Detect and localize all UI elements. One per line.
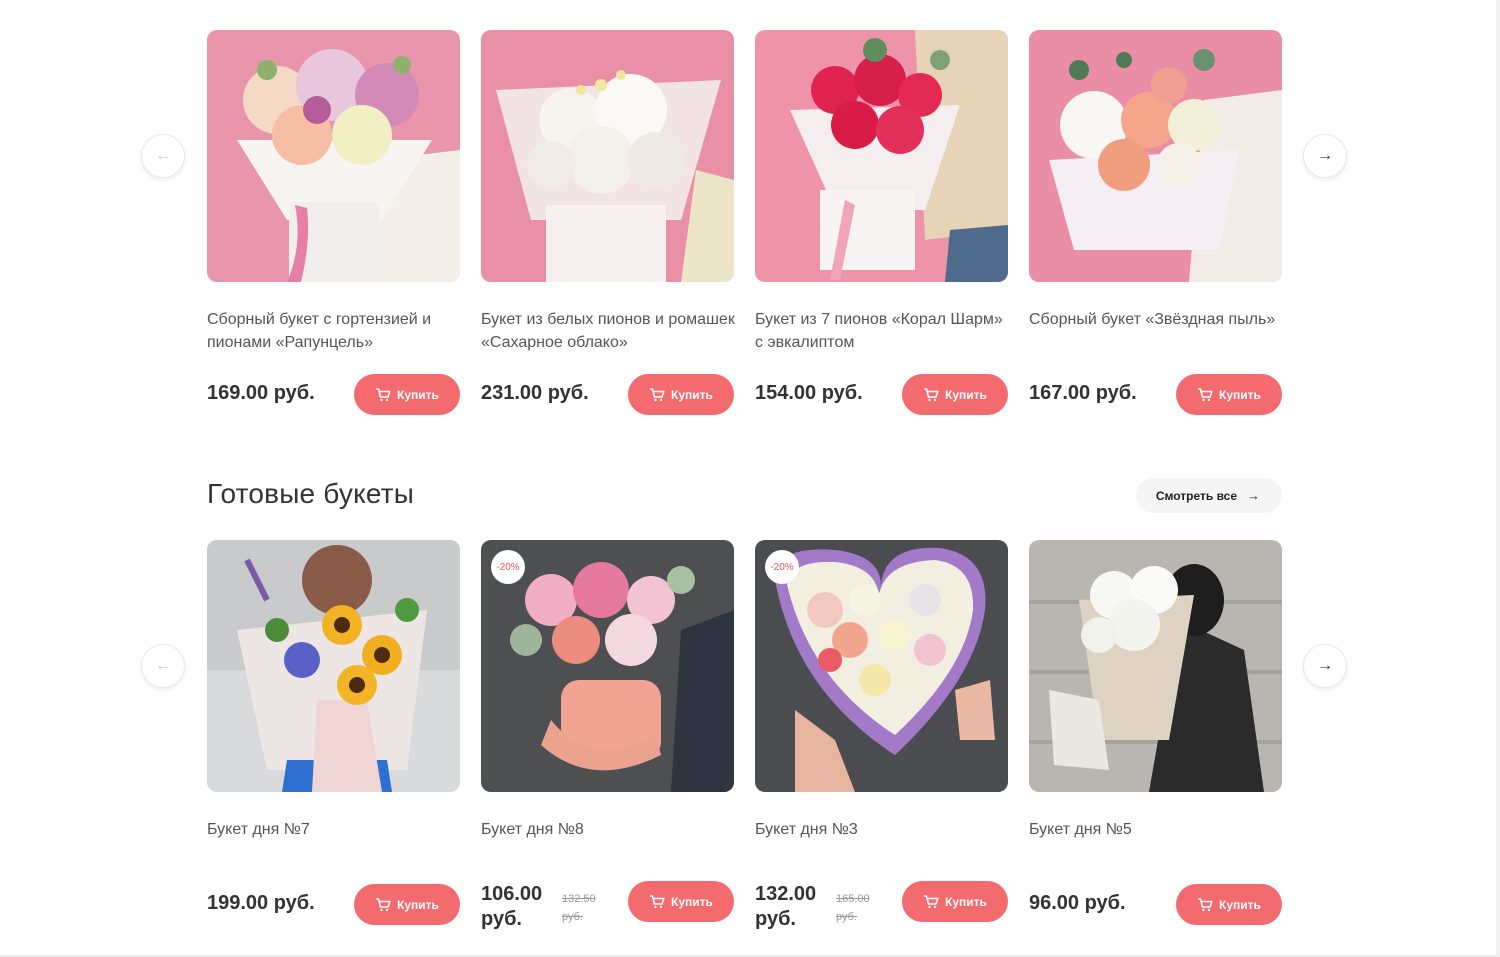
buy-button[interactable]: Купить [628,374,734,415]
product-name[interactable]: Букет дня №7 [207,818,467,841]
buy-button-label: Купить [671,894,713,909]
product-photo[interactable]: -20% [755,540,1008,792]
old-price: 132.50 руб. [562,893,596,923]
product-name[interactable]: Сборный букет «Звёздная пыль» [1029,308,1289,331]
product-photo[interactable] [755,30,1008,282]
top-carousel-track: Сборный букет с гортензией и пионами «Ра… [207,30,1282,430]
ready-bouquets-section: Готовые букеты Смотреть все → ← Букет дн… [0,476,1500,930]
buy-button[interactable]: Купить [1176,374,1282,415]
price-row: 199.00 руб. Купить [207,884,460,926]
arrow-right-icon: → [1247,488,1260,503]
arrow-right-icon: → [1317,147,1333,164]
product-name[interactable]: Букет дня №8 [481,818,741,841]
carousel-next-button[interactable]: → [1303,644,1347,688]
product-card[interactable]: Сборный букет «Звёздная пыль» 167.00 руб… [1029,30,1282,415]
discount-badge: -20% [765,550,799,584]
cart-icon [1198,387,1213,401]
product-card[interactable]: Букет дня №7 199.00 руб. Купить [207,540,460,925]
product-card[interactable]: -20% Букет дня №8 106.00 руб. 132.50 руб… [481,540,734,930]
price-row: 167.00 руб. Купить [1029,374,1282,416]
carousel-next-button[interactable]: → [1303,134,1347,178]
discount-badge: -20% [491,550,525,584]
buy-button-label: Купить [1219,387,1261,402]
buy-button[interactable]: Купить [354,884,460,925]
buy-button[interactable]: Купить [902,374,1008,415]
price-row: 231.00 руб. Купить [481,374,734,416]
product-price: 132.00 руб. [755,883,817,930]
product-card[interactable]: -20% Букет дня №3 132.00 руб. 165.00 руб… [755,540,1008,930]
product-price: 167.00 руб. [1029,382,1137,404]
product-name[interactable]: Букет из белых пионов и ромашек «Сахарно… [481,308,741,354]
price-row: 154.00 руб. Купить [755,374,1008,416]
price-row: 169.00 руб. Купить [207,374,460,416]
product-price: 106.00 руб. [481,883,543,930]
carousel-prev-button[interactable]: ← [141,134,185,178]
price-row: 106.00 руб. 132.50 руб. Купить [481,881,734,930]
section-header: Готовые букеты Смотреть все → [207,476,1282,514]
product-photo[interactable]: -20% [481,540,734,792]
product-photo[interactable] [1029,30,1282,282]
cart-icon [650,387,665,401]
arrow-left-icon: ← [155,147,171,164]
arrow-right-icon: → [1317,657,1333,674]
product-price: 199.00 руб. [207,892,315,914]
buy-button-label: Купить [1219,897,1261,912]
product-card[interactable]: Букет из белых пионов и ромашек «Сахарно… [481,30,735,415]
product-price: 231.00 руб. [481,382,589,404]
product-photo[interactable] [1029,540,1282,792]
buy-button-label: Купить [671,387,713,402]
product-name[interactable]: Сборный букет с гортензией и пионами «Ра… [207,308,467,354]
product-photo[interactable] [481,30,734,282]
view-all-label: Смотреть все [1155,488,1237,503]
cart-icon [1198,897,1213,911]
product-name[interactable]: Букет дня №5 [1029,818,1289,841]
price-row: 96.00 руб. Купить [1029,884,1282,926]
ready-bouquets-track: Букет дня №7 199.00 руб. Купить -20% Бук… [207,540,1282,940]
product-name[interactable]: Букет дня №3 [755,818,1015,841]
buy-button-label: Купить [945,387,987,402]
buy-button[interactable]: Купить [902,881,1008,922]
product-photo[interactable] [207,30,460,282]
cart-icon [650,894,665,908]
buy-button-label: Купить [397,387,439,402]
product-price: 154.00 руб. [755,382,863,404]
section-title: Готовые букеты [207,478,415,509]
product-card[interactable]: Букет из 7 пионов «Корал Шарм» с эвкалип… [755,30,1008,415]
product-name[interactable]: Букет из 7 пионов «Корал Шарм» с эвкалип… [755,308,1015,354]
buy-button[interactable]: Купить [628,881,734,922]
cart-icon [376,387,391,401]
product-price: 96.00 руб. [1029,892,1126,914]
cart-icon [924,894,939,908]
buy-button[interactable]: Купить [1176,884,1282,925]
buy-button[interactable]: Купить [354,374,460,415]
view-all-button[interactable]: Смотреть все → [1135,478,1282,513]
cart-icon [376,897,391,911]
old-price: 165.00 руб. [836,893,870,923]
product-card[interactable]: Букет дня №5 96.00 руб. Купить [1029,540,1282,925]
buy-button-label: Купить [945,894,987,909]
product-photo[interactable] [207,540,460,792]
arrow-left-icon: ← [155,657,171,674]
product-price: 169.00 руб. [207,382,315,404]
product-card[interactable]: Сборный букет с гортензией и пионами «Ра… [207,30,460,415]
buy-button-label: Купить [397,897,439,912]
top-carousel-section: ← Сборный букет с гортензией и пионами «… [0,30,1500,430]
cart-icon [924,387,939,401]
price-row: 132.00 руб. 165.00 руб. Купить [755,881,1008,930]
carousel-prev-button[interactable]: ← [141,644,185,688]
